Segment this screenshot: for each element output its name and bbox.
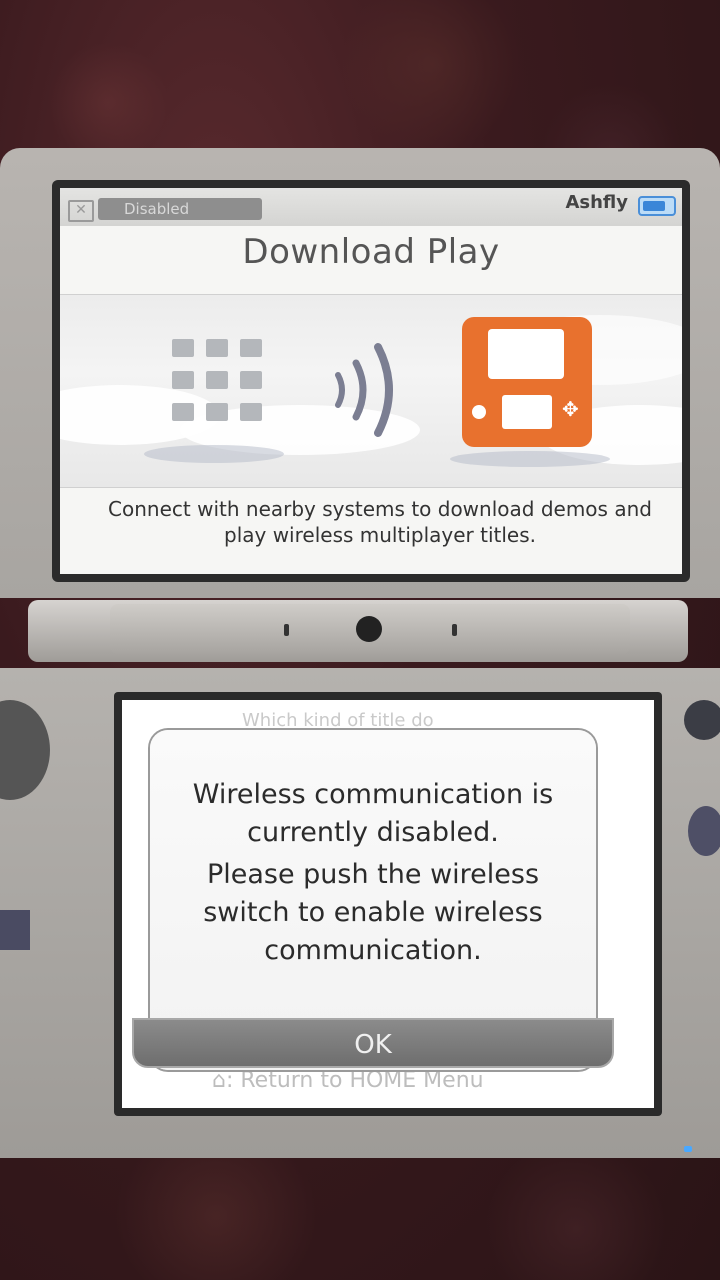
- camera-icon: [356, 616, 382, 642]
- multi-systems-icon: [172, 339, 264, 423]
- wireless-status-badge: Disabled: [98, 198, 262, 220]
- action-button: [688, 806, 720, 856]
- dialog-line-disabled: Wireless communication is currently disa…: [192, 779, 554, 848]
- 3ds-system-icon: ✥: [462, 317, 592, 447]
- wireless-waves-icon: [335, 343, 393, 437]
- dpad-button: [0, 910, 30, 950]
- indicator-light: [284, 624, 289, 636]
- power-led: [684, 1146, 692, 1152]
- dialog-message: Wireless communication is currently disa…: [170, 776, 576, 974]
- app-description: Connect with nearby systems to download …: [108, 497, 652, 547]
- app-title: Download Play: [242, 232, 500, 272]
- c-stick-button: [684, 700, 720, 740]
- return-home-hint: ⌂: Return to HOME Menu: [212, 1068, 484, 1093]
- battery-icon: [638, 196, 676, 216]
- ok-button[interactable]: OK: [132, 1018, 614, 1068]
- background-prompt: Which kind of title do: [242, 710, 434, 731]
- user-name: Ashfly: [565, 192, 628, 213]
- download-play-banner: ✥: [60, 294, 682, 488]
- indicator-light: [452, 624, 457, 636]
- status-bar: ✕ Disabled Ashfly: [60, 188, 682, 226]
- top-screen: ✕ Disabled Ashfly Download Play ✥ Connec…: [60, 188, 682, 574]
- dialog-line-instruction: Please push the wireless switch to enabl…: [203, 859, 543, 966]
- wireless-off-icon: ✕: [68, 200, 94, 222]
